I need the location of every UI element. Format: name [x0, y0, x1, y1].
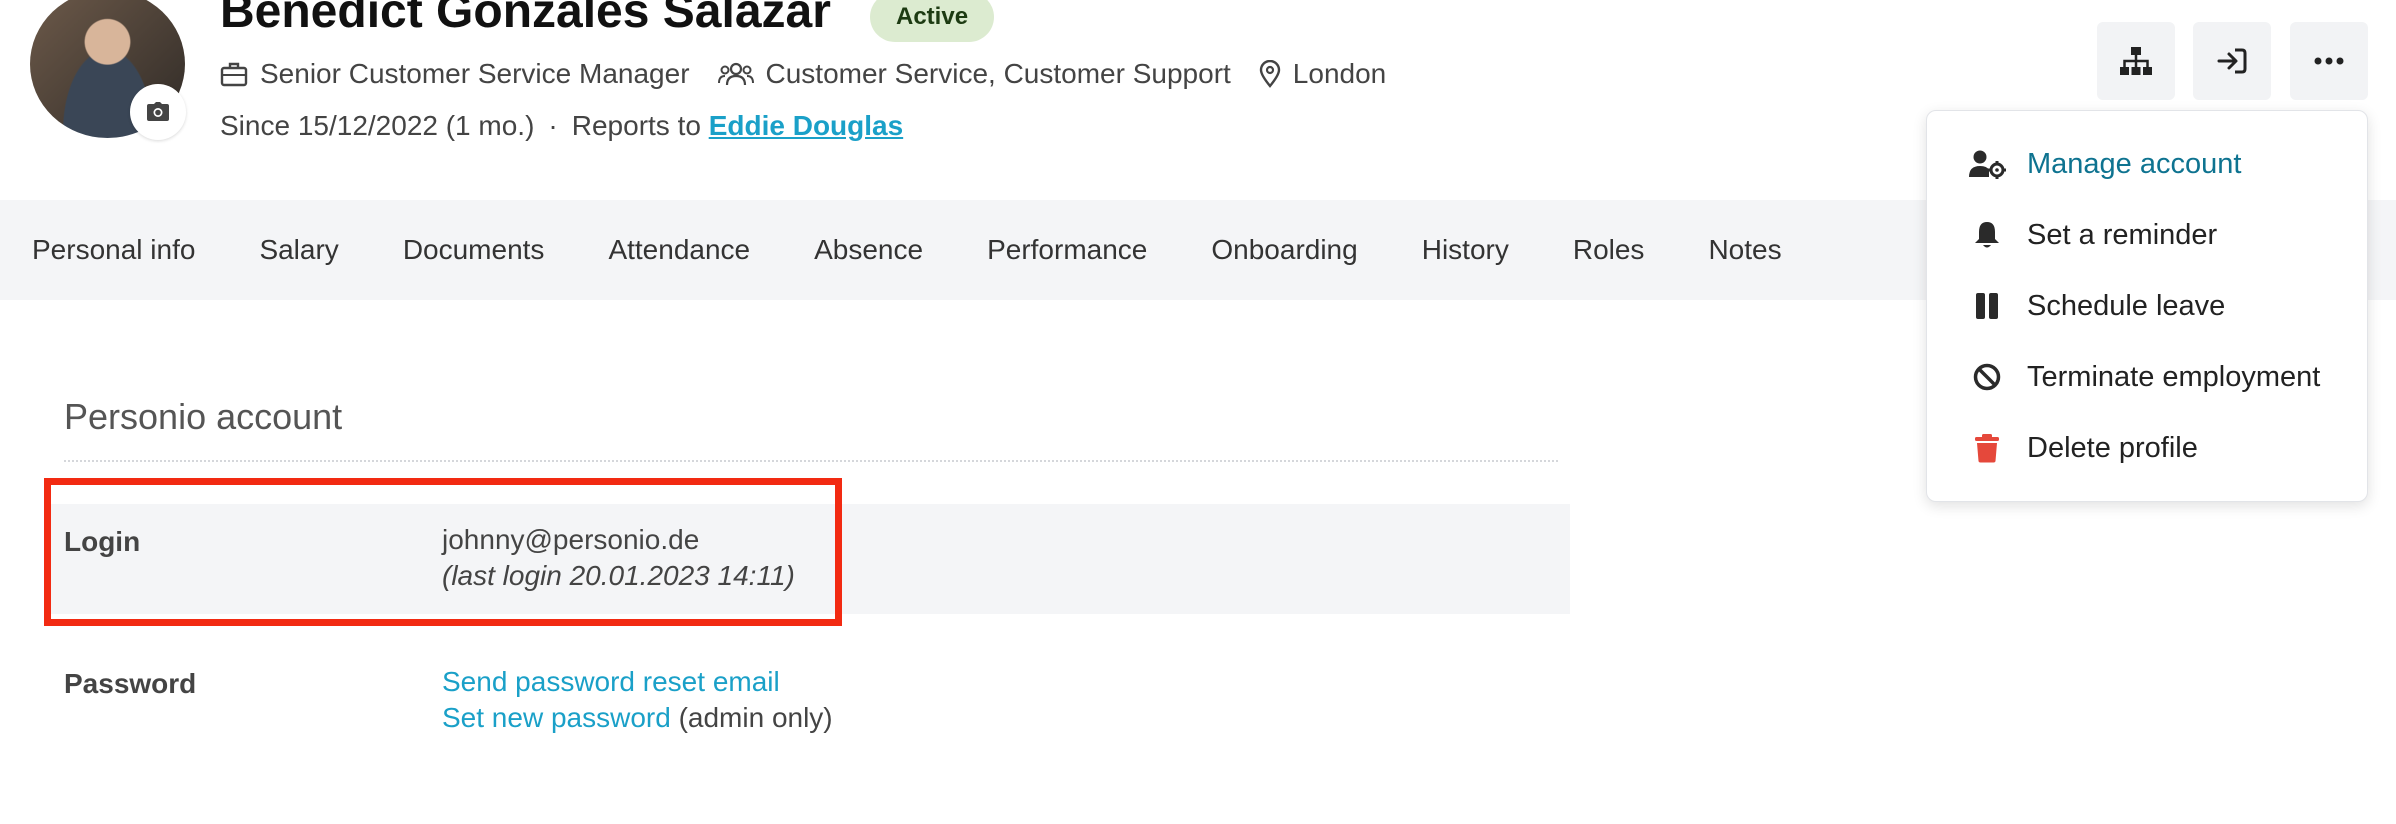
- departments: Customer Service, Customer Support: [717, 58, 1231, 90]
- tab-documents[interactable]: Documents: [371, 234, 577, 266]
- menu-item-set-reminder[interactable]: Set a reminder: [1967, 205, 2217, 265]
- more-actions-button[interactable]: [2290, 22, 2368, 100]
- departments-text: Customer Service, Customer Support: [765, 58, 1231, 89]
- tenure-row: Since 15/12/2022 (1 mo.) · Reports to Ed…: [220, 104, 903, 148]
- menu-item-schedule-leave[interactable]: Schedule leave: [1967, 276, 2225, 336]
- user-gear-icon: [1967, 149, 2007, 179]
- admin-only-note: (admin only): [678, 702, 833, 733]
- password-label: Password: [64, 668, 197, 699]
- team-icon: [717, 62, 754, 86]
- login-icon: [2217, 48, 2247, 74]
- tab-onboarding[interactable]: Onboarding: [1179, 234, 1389, 266]
- location: London: [1259, 58, 1386, 90]
- pause-icon: [1967, 292, 2007, 320]
- job-title-text: Senior Customer Service Manager: [260, 58, 690, 89]
- tab-notes[interactable]: Notes: [1676, 234, 1813, 266]
- org-chart-icon: [2120, 47, 2152, 75]
- more-actions-menu: Manage account Set a reminder Schedule l…: [1926, 110, 2368, 502]
- location-text: London: [1292, 58, 1387, 89]
- menu-label-delete-profile: Delete profile: [2027, 431, 2198, 464]
- org-chart-button[interactable]: [2097, 22, 2175, 100]
- camera-icon[interactable]: [130, 84, 186, 140]
- section-title: Personio account: [64, 396, 343, 437]
- password-actions: Send password reset email Set new passwo…: [442, 664, 833, 736]
- employee-name: Benedict Gonzales Salazar: [220, 0, 831, 38]
- tab-performance[interactable]: Performance: [955, 234, 1179, 266]
- since-text: Since 15/12/2022 (1 mo.): [220, 110, 535, 141]
- separator: ·: [548, 110, 558, 141]
- job-title: Senior Customer Service Manager: [220, 58, 690, 90]
- section-divider: [64, 460, 1558, 462]
- menu-label-terminate-employment: Terminate employment: [2027, 360, 2321, 393]
- menu-item-terminate-employment[interactable]: Terminate employment: [1967, 347, 2320, 407]
- bell-icon: [1967, 220, 2007, 250]
- set-new-password-link[interactable]: Set new password: [442, 702, 671, 733]
- more-icon: [2314, 57, 2344, 65]
- tab-attendance[interactable]: Attendance: [576, 234, 782, 266]
- trash-icon: [1967, 433, 2007, 463]
- profile-meta: Senior Customer Service Manager Customer…: [220, 52, 1414, 96]
- send-reset-email-link[interactable]: Send password reset email: [442, 664, 833, 700]
- menu-label-schedule-leave: Schedule leave: [2027, 289, 2226, 322]
- tab-history[interactable]: History: [1390, 234, 1541, 266]
- briefcase-icon: [220, 62, 248, 87]
- menu-label-set-reminder: Set a reminder: [2027, 218, 2218, 251]
- manager-link[interactable]: Eddie Douglas: [709, 110, 903, 142]
- tab-personal-info[interactable]: Personal info: [0, 234, 227, 266]
- tab-salary[interactable]: Salary: [227, 234, 370, 266]
- tab-absence[interactable]: Absence: [782, 234, 955, 266]
- tab-roles[interactable]: Roles: [1541, 234, 1677, 266]
- status-badge: Active: [870, 0, 995, 42]
- highlight-box: [44, 478, 842, 626]
- reports-to-label: Reports to: [571, 110, 701, 141]
- menu-label-manage-account: Manage account: [2027, 147, 2242, 180]
- login-as-button[interactable]: [2193, 22, 2271, 100]
- menu-item-delete-profile[interactable]: Delete profile: [1967, 418, 2198, 478]
- location-pin-icon: [1259, 60, 1280, 88]
- menu-item-manage-account[interactable]: Manage account: [1967, 134, 2241, 194]
- ban-icon: [1967, 363, 2007, 391]
